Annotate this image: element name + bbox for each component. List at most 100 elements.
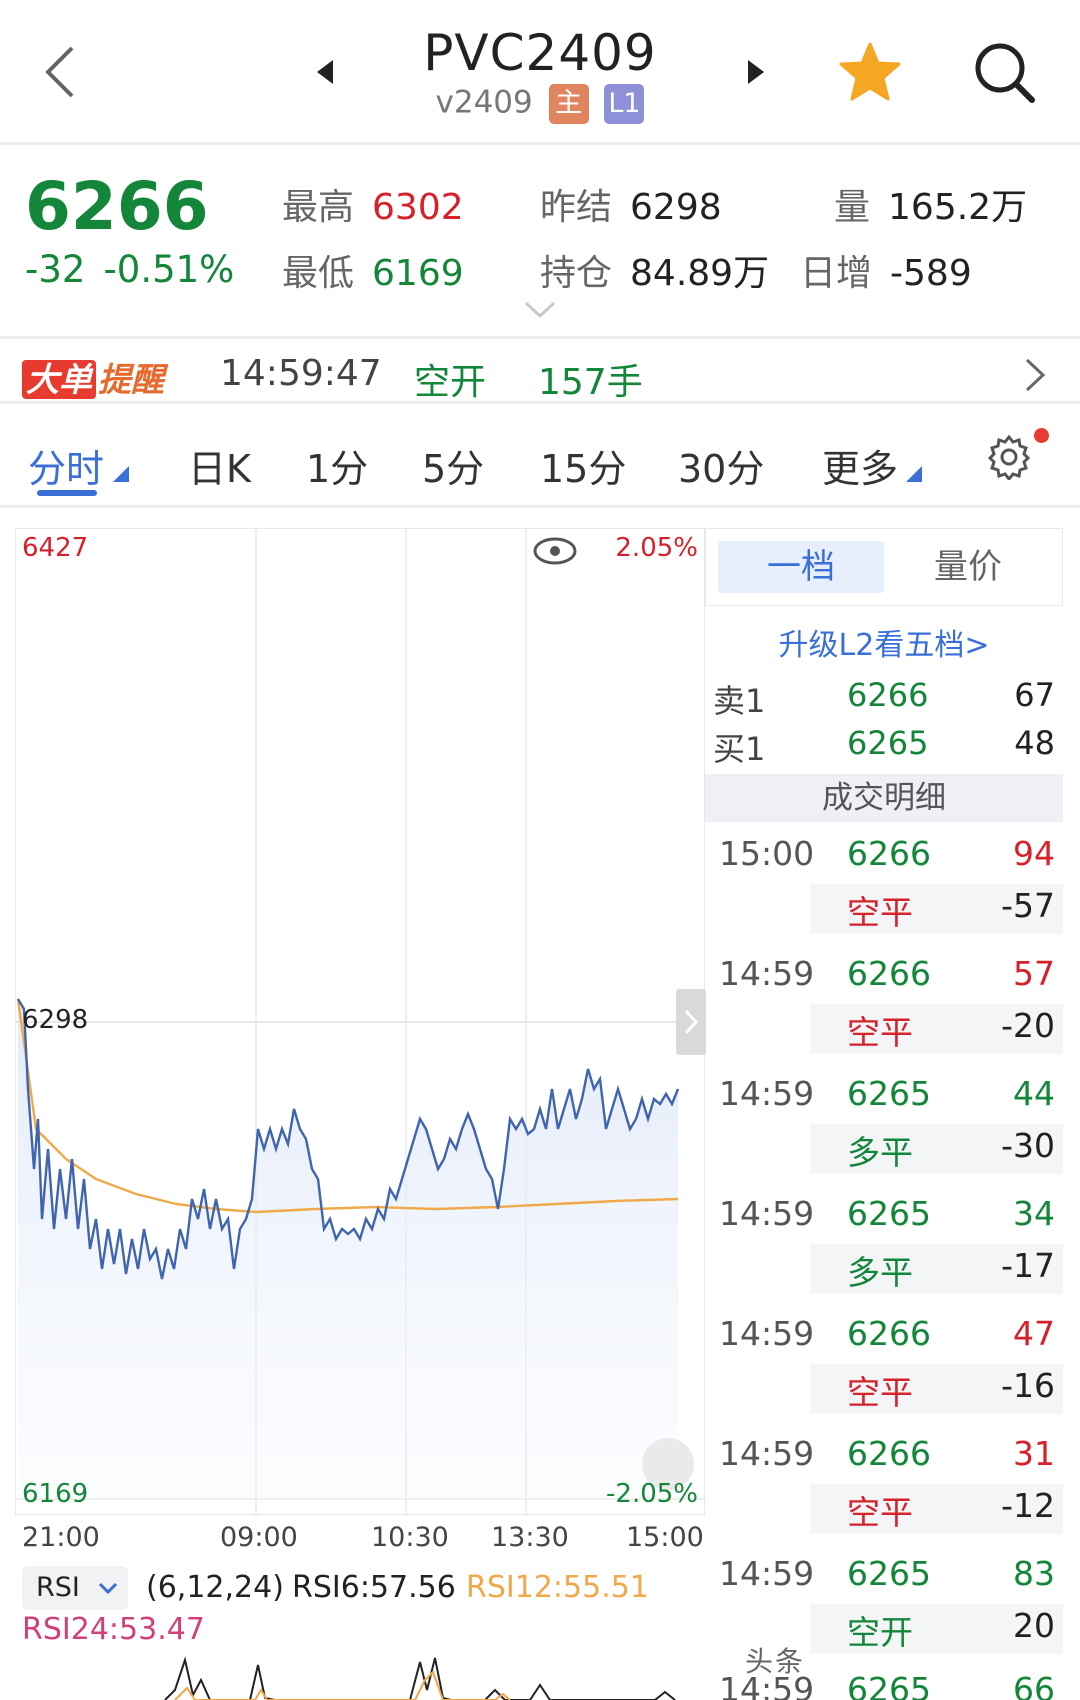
daily-change-label: 日增 <box>800 253 873 294</box>
trade-row: 14:59 6266 57 空平 -20 <box>705 948 1063 1068</box>
trade-volume: 57 <box>1013 954 1055 993</box>
rsi-params: (6,12,24) <box>146 1570 284 1605</box>
trade-price: 6265 <box>847 1554 931 1593</box>
trade-volume: 34 <box>1013 1194 1055 1233</box>
contract-code: v2409 <box>435 84 533 121</box>
active-tab-underline <box>37 490 97 496</box>
trade-type: 空开 <box>847 1613 913 1652</box>
indicator-selector-label: RSI <box>36 1572 80 1603</box>
trade-time: 14:59 <box>719 1554 815 1593</box>
ask-volume: 67 <box>1014 676 1055 714</box>
trade-oi-change: -16 <box>1001 1366 1055 1405</box>
trade-oi-change: -57 <box>1001 886 1055 925</box>
bid-label: 买1 <box>713 730 766 768</box>
trade-volume: 83 <box>1013 1554 1055 1593</box>
chevron-down-icon <box>98 1582 118 1595</box>
top-bar: PVC2409 v2409 主 L1 <box>0 0 1080 145</box>
time-label-4: 13:30 <box>491 1522 569 1553</box>
tab-5min[interactable]: 5分 <box>422 438 484 493</box>
trade-price: 6266 <box>847 1314 931 1353</box>
prev-settle-label: 昨结 <box>540 187 613 228</box>
intraday-chart-svg <box>16 529 706 1516</box>
trade-price: 6265 <box>847 1194 931 1233</box>
y-max-percent: 2.05% <box>615 533 698 563</box>
y-min-percent: -2.05% <box>606 1479 698 1509</box>
alert-type: 空开 <box>414 362 487 403</box>
big-order-alert[interactable]: 大单 提醒 14:59:47 空开 157手 <box>0 336 1080 404</box>
prev-settle-item: 昨结 6298 <box>540 178 722 230</box>
panel-tabs: 一档 量价 <box>705 528 1063 606</box>
period-tabs: 分时 日K 1分 5分 15分 30分 更多 <box>0 404 1080 508</box>
trade-oi-change: -20 <box>1001 1006 1055 1045</box>
trade-time: 14:59 <box>719 954 815 993</box>
trade-price: 6266 <box>847 954 931 993</box>
price-change: -32 -0.51% <box>25 248 252 291</box>
low-item: 最低 6169 <box>282 244 464 296</box>
tab-volume-price[interactable]: 量价 <box>934 541 1002 593</box>
alert-quantity: 157手 <box>538 362 643 403</box>
trade-row: 14:59 6266 47 空平 -16 <box>705 1308 1063 1428</box>
change-percent: -0.51% <box>103 248 235 291</box>
trade-volume: 94 <box>1013 834 1055 873</box>
tab-1min[interactable]: 1分 <box>306 438 368 493</box>
tab-30min[interactable]: 30分 <box>678 438 764 493</box>
trade-price: 6266 <box>847 1434 931 1473</box>
expand-chevron-icon[interactable] <box>523 300 557 320</box>
trade-volume: 47 <box>1013 1314 1055 1353</box>
prev-settle-value: 6298 <box>630 187 722 228</box>
rsi-chart <box>164 1656 676 1700</box>
quote-summary: 6266 -32 -0.51% 最高 6302 最低 6169 昨结 6298 持仓 84… <box>0 148 1080 338</box>
volume-value: 165.2万 <box>888 187 1028 228</box>
y-ref-label: 6298 <box>22 1005 89 1035</box>
open-interest-label: 持仓 <box>540 253 613 294</box>
trade-oi-change: -17 <box>1001 1246 1055 1285</box>
ask-label: 卖1 <box>713 682 766 720</box>
time-label-1: 21:00 <box>22 1522 100 1553</box>
side-expand-icon[interactable] <box>676 989 706 1055</box>
chevron-right-icon[interactable] <box>1024 357 1046 393</box>
trade-type: 空平 <box>847 1373 913 1412</box>
trade-detail-header: 成交明细 <box>705 774 1063 822</box>
time-label-2: 09:00 <box>220 1522 298 1553</box>
trade-oi-change: -30 <box>1001 1126 1055 1165</box>
search-icon[interactable] <box>972 40 1036 104</box>
notification-dot <box>1034 428 1049 443</box>
big-order-logo-b: 提醒 <box>98 360 164 399</box>
settings-gear-icon[interactable] <box>986 434 1032 480</box>
order-panel: 一档 量价 升级L2看五档> 卖1 6266 67 买1 6265 48 成交明… <box>705 528 1063 1700</box>
high-label: 最高 <box>282 187 355 228</box>
trade-type: 多平 <box>847 1253 913 1292</box>
y-min-label: 6169 <box>22 1479 89 1509</box>
trade-price: 6265 <box>847 1670 931 1700</box>
bid-price: 6265 <box>847 724 929 762</box>
open-interest-item: 持仓 84.89万 <box>540 244 769 296</box>
tab-intraday[interactable]: 分时 <box>28 438 104 493</box>
daily-change-value: -589 <box>890 253 972 294</box>
indicator-selector[interactable]: RSI <box>22 1566 128 1610</box>
volume-label: 量 <box>834 187 871 228</box>
next-contract-icon[interactable] <box>746 58 768 86</box>
time-label-5: 15:00 <box>626 1522 704 1553</box>
tab-15min[interactable]: 15分 <box>540 438 626 493</box>
tab-level1[interactable]: 一档 <box>718 541 884 593</box>
high-item: 最高 6302 <box>282 178 464 230</box>
time-label-3: 10:30 <box>371 1522 449 1553</box>
tab-daily-k[interactable]: 日K <box>188 438 251 493</box>
big-order-logo-a: 大单 <box>22 360 96 399</box>
upgrade-l2-link[interactable]: 升级L2看五档> <box>705 620 1063 664</box>
alert-time: 14:59:47 <box>220 353 382 394</box>
open-interest-value: 84.89万 <box>630 253 770 294</box>
rsi24-value: RSI24:53.47 <box>22 1612 205 1647</box>
low-value: 6169 <box>372 253 464 294</box>
tab-more[interactable]: 更多 <box>822 438 898 493</box>
intraday-chart[interactable]: 6427 2.05% 6298 6169 -2.05% <box>15 528 706 1516</box>
trade-row: 14:59 6265 44 多平 -30 <box>705 1068 1063 1188</box>
trade-row: 14:59 6265 34 多平 -17 <box>705 1188 1063 1308</box>
big-order-logo: 大单 提醒 <box>22 353 164 399</box>
trade-time: 15:00 <box>719 834 815 873</box>
watermark: 头条 <box>745 1645 806 1678</box>
favorite-star-icon[interactable] <box>838 40 902 104</box>
trade-time: 14:59 <box>719 1074 815 1113</box>
eye-icon[interactable] <box>533 537 577 565</box>
rsi6-value: RSI6:57.56 <box>292 1570 456 1605</box>
